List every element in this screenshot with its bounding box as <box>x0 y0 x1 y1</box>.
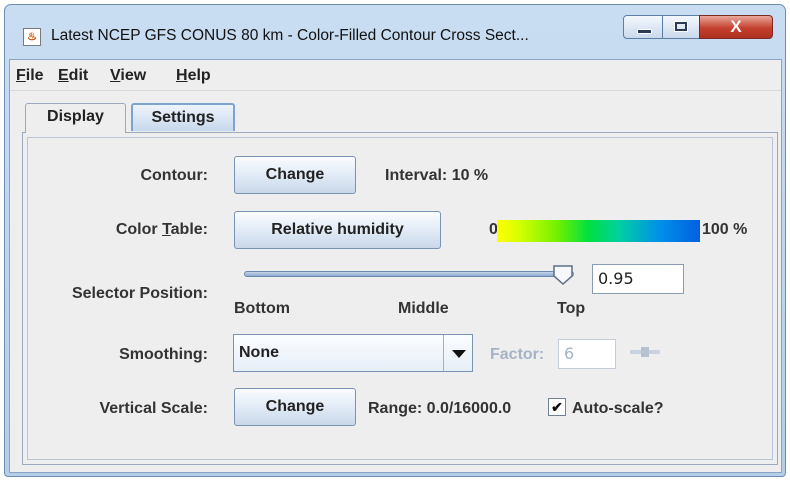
contour-label: Contour: <box>140 167 208 184</box>
menu-view[interactable]: View <box>110 67 146 85</box>
vertical-scale-range-text: Range: 0.0/16000.0 <box>368 400 512 417</box>
selector-tick-top: Top <box>557 300 586 317</box>
maximize-button[interactable] <box>662 15 700 39</box>
selector-position-label: Selector Position: <box>71 285 208 302</box>
vertical-scale-label: Vertical Scale: <box>99 400 208 417</box>
dropdown-arrow-icon[interactable] <box>443 335 472 371</box>
factor-label: Factor: <box>490 346 545 363</box>
menu-edit[interactable]: Edit <box>58 67 88 85</box>
autoscale-checkbox[interactable]: ✔ <box>548 398 566 416</box>
contour-interval-text: Interval: 10 % <box>385 167 489 184</box>
contour-change-button[interactable]: Change <box>234 156 356 194</box>
title-bar[interactable]: ♨ Latest NCEP GFS CONUS 80 km - Color-Fi… <box>5 5 785 59</box>
color-table-bar <box>497 220 700 242</box>
close-button[interactable]: X <box>699 15 773 39</box>
factor-field: 6 <box>558 339 616 369</box>
minimize-button[interactable] <box>623 15 663 39</box>
menu-bar: File Edit View Help <box>10 60 781 91</box>
menu-help[interactable]: Help <box>176 67 211 85</box>
tab-display[interactable]: Display <box>25 103 126 133</box>
smoothing-label: Smoothing: <box>119 346 208 363</box>
checkmark-icon: ✔ <box>551 399 563 415</box>
smoothing-selected-value: None <box>239 344 279 361</box>
color-table-button[interactable]: Relative humidity <box>234 211 441 249</box>
slider-thumb-icon[interactable] <box>552 264 574 286</box>
color-table-max-label: 100 % <box>702 221 748 238</box>
window-title: Latest NCEP GFS CONUS 80 km - Color-Fill… <box>51 27 529 44</box>
autoscale-label[interactable]: Auto-scale? <box>572 400 664 418</box>
java-app-icon[interactable]: ♨ <box>23 28 41 46</box>
selector-tick-middle: Middle <box>398 300 449 317</box>
minimize-icon <box>637 29 652 34</box>
mini-slider-icon <box>630 347 660 357</box>
selector-slider-track[interactable] <box>244 271 574 277</box>
maximize-icon <box>674 21 688 32</box>
color-table-label: Color Table: <box>115 221 208 238</box>
menu-file[interactable]: File <box>16 67 44 85</box>
close-icon: X <box>730 17 742 36</box>
selector-tick-bottom: Bottom <box>234 300 290 317</box>
vertical-scale-change-button[interactable]: Change <box>234 388 356 426</box>
tab-settings[interactable]: Settings <box>131 103 235 131</box>
smoothing-dropdown[interactable]: None <box>233 334 473 372</box>
selector-position-field[interactable]: 0.95 <box>592 264 684 294</box>
